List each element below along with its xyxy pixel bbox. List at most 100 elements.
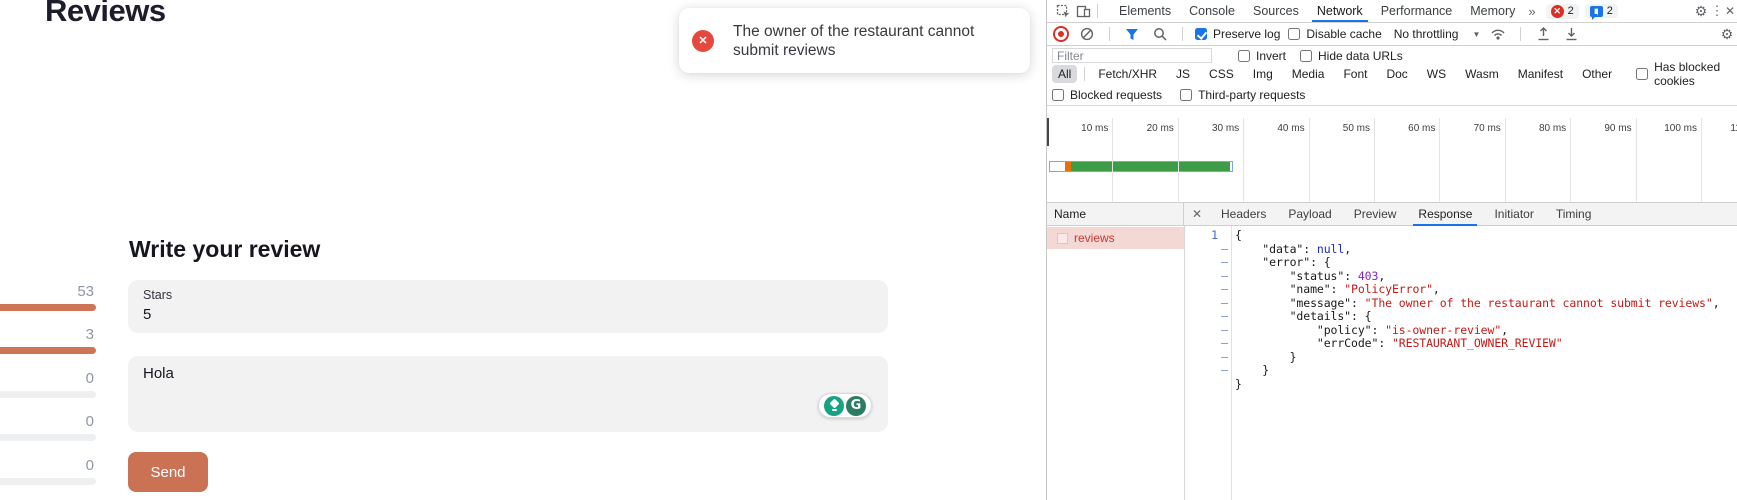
- fold-marker[interactable]: –: [1218, 324, 1231, 338]
- rating-count: 53: [0, 284, 96, 299]
- tab-console[interactable]: Console: [1180, 0, 1244, 22]
- detail-tab-response[interactable]: Response: [1407, 203, 1483, 225]
- fold-marker[interactable]: –: [1218, 270, 1231, 284]
- kebab-menu-icon[interactable]: ⋮: [1711, 1, 1723, 21]
- send-button[interactable]: Send: [128, 452, 208, 492]
- timeline-gridline: [1636, 118, 1637, 203]
- disable-cache-checkbox[interactable]: Disable cache: [1288, 27, 1381, 41]
- tab-elements[interactable]: Elements: [1110, 0, 1180, 22]
- tab-performance[interactable]: Performance: [1372, 0, 1462, 22]
- devtools-tab-bar: ElementsConsoleSourcesNetworkPerformance…: [1047, 0, 1737, 23]
- timeline-tick-label: 110 ms: [1730, 123, 1737, 134]
- rating-bar: [0, 434, 96, 441]
- fold-marker[interactable]: –: [1218, 256, 1231, 270]
- timeline-tick-label: 30 ms: [1212, 123, 1243, 134]
- error-toast: ✕ The owner of the restaurant cannot sub…: [679, 8, 1030, 73]
- timeline-tick-label: 50 ms: [1343, 123, 1374, 134]
- grammarly-widget[interactable]: G: [818, 393, 872, 418]
- resource-filter-fetch-xhr[interactable]: Fetch/XHR: [1092, 65, 1163, 83]
- network-overview-timeline[interactable]: 10 ms20 ms30 ms40 ms50 ms60 ms70 ms80 ms…: [1047, 105, 1737, 203]
- filter-funnel-icon[interactable]: [1122, 24, 1142, 44]
- hide-data-urls-checkbox[interactable]: Hide data URLs: [1300, 49, 1403, 63]
- timeline-gridline: [1112, 118, 1113, 203]
- detail-tab-preview[interactable]: Preview: [1343, 203, 1408, 225]
- search-icon[interactable]: [1150, 24, 1170, 44]
- filter-input[interactable]: Filter: [1052, 48, 1212, 63]
- resource-filter-all[interactable]: All: [1052, 65, 1077, 83]
- detail-tab-timing[interactable]: Timing: [1545, 203, 1603, 225]
- resource-filter-other[interactable]: Other: [1576, 65, 1618, 83]
- clear-network-log-icon[interactable]: [1077, 24, 1097, 44]
- detail-tab-initiator[interactable]: Initiator: [1483, 203, 1544, 225]
- rating-bar: [0, 391, 96, 398]
- network-settings-gear-icon[interactable]: ⚙: [1717, 24, 1737, 44]
- resource-filter-img[interactable]: Img: [1247, 65, 1279, 83]
- invert-checkbox[interactable]: Invert: [1238, 49, 1286, 63]
- fold-marker[interactable]: –: [1218, 351, 1231, 365]
- fold-marker[interactable]: –: [1218, 310, 1231, 324]
- timeline-tick-label: 40 ms: [1277, 123, 1308, 134]
- import-har-icon[interactable]: [1533, 24, 1553, 44]
- more-tabs-chevron-icon[interactable]: »: [1524, 4, 1539, 19]
- settings-gear-icon[interactable]: ⚙: [1691, 1, 1711, 21]
- detail-tab-payload[interactable]: Payload: [1277, 203, 1342, 225]
- resource-filter-font[interactable]: Font: [1337, 65, 1373, 83]
- console-errors-badge[interactable]: ✕ 2: [1546, 4, 1579, 19]
- fold-marker[interactable]: –: [1218, 243, 1231, 257]
- review-textarea[interactable]: Hola G: [128, 356, 888, 432]
- overview-selection-bar[interactable]: [1049, 161, 1233, 172]
- throttling-dropdown[interactable]: No throttling ▼: [1394, 27, 1481, 41]
- rating-bar-row: 3: [0, 327, 96, 354]
- grammarly-logo-icon[interactable]: G: [846, 396, 866, 416]
- code-line: – }: [1185, 351, 1737, 365]
- overview-left-handle[interactable]: [1047, 118, 1049, 146]
- timeline-gridline: [1178, 118, 1179, 203]
- stars-field[interactable]: Stars 5: [128, 280, 888, 333]
- name-column-header[interactable]: Name: [1047, 203, 1184, 225]
- code-line: – "status": 403,: [1185, 270, 1737, 284]
- preserve-log-checkbox[interactable]: Preserve log: [1195, 27, 1280, 41]
- tab-network[interactable]: Network: [1308, 0, 1372, 22]
- close-detail-pane-icon[interactable]: ✕: [1184, 207, 1210, 221]
- resource-filter-doc[interactable]: Doc: [1380, 65, 1413, 83]
- fold-marker[interactable]: –: [1218, 337, 1231, 351]
- toast-message: The owner of the restaurant cannot submi…: [733, 22, 991, 60]
- rating-bar-row: 53: [0, 284, 96, 311]
- resource-filter-ws[interactable]: WS: [1421, 65, 1452, 83]
- fold-marker[interactable]: –: [1218, 283, 1231, 297]
- request-row-reviews[interactable]: reviews: [1047, 227, 1184, 249]
- fold-marker[interactable]: –: [1218, 364, 1231, 378]
- resource-filter-css[interactable]: CSS: [1203, 65, 1240, 83]
- screenshot-root: Reviews 533000 Write your review Stars 5…: [0, 0, 1737, 500]
- record-network-log-icon[interactable]: [1053, 26, 1069, 42]
- tab-memory[interactable]: Memory: [1461, 0, 1524, 22]
- request-file-icon: [1057, 233, 1068, 244]
- review-text: Hola: [143, 364, 873, 384]
- resource-filter-manifest[interactable]: Manifest: [1512, 65, 1569, 83]
- inspect-element-icon[interactable]: [1053, 1, 1073, 21]
- code-line: – "details": {: [1185, 310, 1737, 324]
- third-party-requests-checkbox[interactable]: Third-party requests: [1180, 88, 1305, 102]
- blocked-requests-checkbox[interactable]: Blocked requests: [1052, 88, 1162, 102]
- rating-bar-row: 0: [0, 371, 96, 398]
- has-blocked-cookies-checkbox[interactable]: Has blocked cookies: [1636, 60, 1737, 88]
- export-har-icon[interactable]: [1561, 24, 1581, 44]
- filter-bar: Filter Invert Hide data URLs: [1047, 46, 1737, 63]
- close-devtools-icon[interactable]: ✕: [1723, 1, 1737, 21]
- detail-tab-headers[interactable]: Headers: [1210, 203, 1277, 225]
- network-conditions-icon[interactable]: [1488, 24, 1508, 44]
- timeline-tick-label: 80 ms: [1539, 123, 1570, 134]
- device-toolbar-icon[interactable]: [1073, 1, 1093, 21]
- tab-sources[interactable]: Sources: [1244, 0, 1308, 22]
- timeline-tick-label: 100 ms: [1664, 123, 1701, 134]
- grammarly-suggestion-icon[interactable]: [824, 396, 844, 416]
- timeline-gridline: [1570, 118, 1571, 203]
- issues-badge[interactable]: ▮ 2: [1585, 4, 1618, 18]
- fold-marker[interactable]: –: [1218, 297, 1231, 311]
- rating-bar: [0, 304, 96, 311]
- timeline-gridline: [1243, 118, 1244, 203]
- resource-filter-wasm[interactable]: Wasm: [1459, 65, 1505, 83]
- resource-filter-js[interactable]: JS: [1170, 65, 1196, 83]
- error-badge-icon: ✕: [1551, 5, 1564, 18]
- resource-filter-media[interactable]: Media: [1286, 65, 1331, 83]
